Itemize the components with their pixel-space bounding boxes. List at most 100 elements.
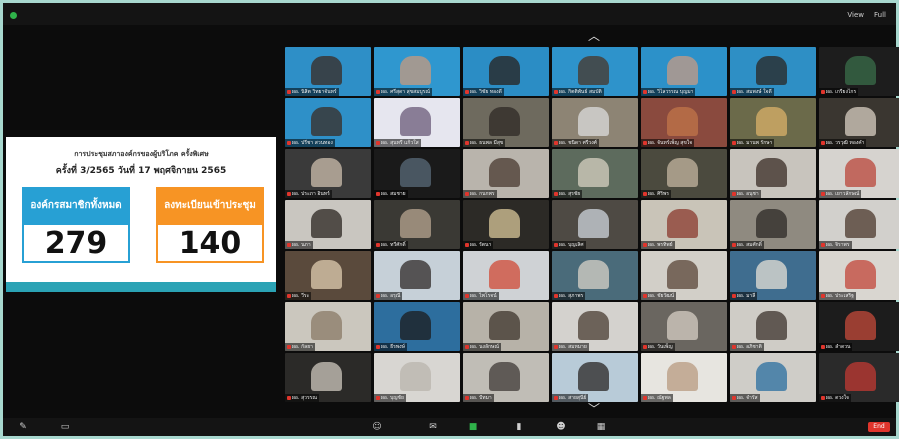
participant-video [844,259,876,290]
participant-tile[interactable]: ผอ. นงลักษณ์ [463,302,549,351]
muted-mic-icon [554,141,558,145]
participant-name: ผอ. วิไลวรรณ บุญมา [641,88,696,96]
participant-video [488,106,520,137]
muted-mic-icon [732,294,736,298]
participant-tile[interactable]: ผอ. ปรีชา สวนทอง [285,98,371,147]
participant-video [577,106,609,137]
participant-tile[interactable]: ผอ. บุญชัย [374,353,460,402]
participant-video [310,259,342,290]
muted-mic-icon [376,141,380,145]
participant-tile[interactable]: ผอ. มาลี [730,251,816,300]
muted-mic-icon [821,294,825,298]
muted-mic-icon [821,243,825,247]
participant-tile[interactable]: ผอ. ดวงใจ [819,353,899,402]
muted-mic-icon [465,345,469,349]
video-icon[interactable]: ▭ [59,421,71,433]
participant-video [399,208,431,239]
muted-mic-icon [287,345,291,349]
participant-video [577,259,609,290]
fullscreen-button[interactable]: Full [874,11,886,19]
participant-tile[interactable]: ผอ. สมชาย [374,149,460,198]
participant-video [755,208,787,239]
participant-video [399,310,431,341]
participant-tile[interactable]: ผอ. ประเสริฐ [819,251,899,300]
participant-tile[interactable]: ผอ. พรทิพย์ [641,200,727,249]
chevron-down-icon[interactable]: ﹀ [585,403,603,415]
chat-icon[interactable]: ✉ [427,421,439,433]
participant-tile[interactable]: ผอ. ทวีศักดิ์ [374,200,460,249]
participant-tile[interactable]: ผอ. อภิชาติ [730,302,816,351]
muted-mic-icon [643,345,647,349]
participant-tile[interactable]: ผอ. วีระ [285,251,371,300]
participant-tile[interactable]: ผอ. บุญเลิศ [552,200,638,249]
participant-tile[interactable]: ผอ. สุรชัย [552,149,638,198]
participant-tile[interactable]: ผอ. สุภาพร [552,251,638,300]
view-button[interactable]: View [847,11,864,19]
participant-video [488,55,520,86]
participant-tile[interactable]: ผอ. กิตติพันธ์ สมบัติ [552,47,638,96]
participant-tile[interactable]: ผอ. วิไลวรรณ บุญมา [641,47,727,96]
participant-video [844,106,876,137]
share-screen-icon[interactable]: ■ [467,421,479,433]
participant-tile[interactable]: ผอ. ศิริพร [641,149,727,198]
participant-tile[interactable]: ผอ. อนุชา [730,149,816,198]
participant-tile[interactable]: ผอ. กนกพร [463,149,549,198]
apps-icon[interactable]: ▦ [595,421,607,433]
participant-tile[interactable]: ผอ. ศรีสุดา สุขสมบูรณ์ [374,47,460,96]
participant-tile[interactable]: ผอ. สายสุนีย์ [552,353,638,402]
participant-name: ผอ. มานพ รักษา [730,139,775,147]
participant-name: ผอ. ปรีชา สวนทอง [285,139,335,147]
participant-video [844,310,876,341]
participant-tile[interactable]: ผอ. สมศักดิ์ [730,200,816,249]
registered-members-label: ลงทะเบียนเข้าประชุม [156,187,264,223]
record-icon[interactable]: ▮ [513,421,525,433]
muted-mic-icon [821,90,825,94]
participant-tile[interactable]: ผอ. ประภา อินทร์ [285,149,371,198]
participant-tile[interactable]: ผอ. มานพ รักษา [730,98,816,147]
participant-tile[interactable]: ผอ. ลำดวน [819,302,899,351]
chevron-up-icon[interactable]: ︿ [585,30,603,42]
reactions-icon[interactable]: ☻ [555,421,567,433]
participant-tile[interactable]: ผอ. ณัฐพล [641,353,727,402]
participant-tile[interactable]: ผอ. วันเพ็ญ [641,302,727,351]
participant-tile[interactable]: ผอ. สุวรรณ [285,353,371,402]
muted-mic-icon [821,141,825,145]
participant-tile[interactable]: ผอ. นิสิต วิทยาจันทร์ [285,47,371,96]
participant-tile[interactable]: ผอ. สมพงษ์ ใจดี [730,47,816,96]
muted-mic-icon [643,396,647,400]
participant-tile[interactable]: ผอ. สมหมาย [552,302,638,351]
participant-tile[interactable]: ผอ. ธนพล มีสุข [463,98,549,147]
shared-screen-title: การประชุมสภาองค์กรของผู้บริโภค ครั้งพิเศ… [74,150,209,158]
participant-tile[interactable]: ผอ. เกรียงไกร [819,47,899,96]
participant-tile[interactable]: ผอ. จำรัส [730,353,816,402]
muted-mic-icon [465,192,469,196]
end-meeting-button[interactable]: End [868,422,890,432]
participant-tile[interactable]: ผอ. ปัทมา [463,353,549,402]
participant-tile[interactable]: ผอ. รัตนา [463,200,549,249]
participant-tile[interactable]: ผอ. จิราพร [819,200,899,249]
mute-icon[interactable]: ✎ [17,421,29,433]
participant-tile[interactable]: ผอ. กัลยา [285,302,371,351]
participant-tile[interactable]: ผอ. เยาวลักษณ์ [819,149,899,198]
participant-tile[interactable]: ผอ. สุนทรี แก้วใส [374,98,460,147]
muted-mic-icon [554,345,558,349]
participant-tile[interactable]: ผอ. จันทร์เพ็ญ สุขใจ [641,98,727,147]
participant-video [310,106,342,137]
muted-mic-icon [376,345,380,349]
participant-name: ผอ. สมพงษ์ ใจดี [730,88,774,96]
participant-tile[interactable]: ผอ. ธีรพงษ์ [374,302,460,351]
participant-video [488,361,520,392]
participant-video [844,55,876,86]
participant-tile[interactable]: ผอ. นภา [285,200,371,249]
participant-tile[interactable]: ผอ. ชัยวัฒน์ [641,251,727,300]
muted-mic-icon [643,243,647,247]
participant-tile[interactable]: ผอ. วิชัย ทองดี [463,47,549,96]
participants-icon[interactable]: ☺ [371,421,383,433]
participant-tile[interactable]: ผอ. ไพโรจน์ [463,251,549,300]
participant-video [577,55,609,86]
participant-tile[interactable]: ผอ. วรวุฒิ ทองคำ [819,98,899,147]
participant-tile[interactable]: ผอ. อรุณี [374,251,460,300]
registered-members-value: 140 [156,223,264,263]
security-shield-icon[interactable] [10,12,17,19]
participant-tile[interactable]: ผอ. ชนิดา ศรีวงศ์ [552,98,638,147]
